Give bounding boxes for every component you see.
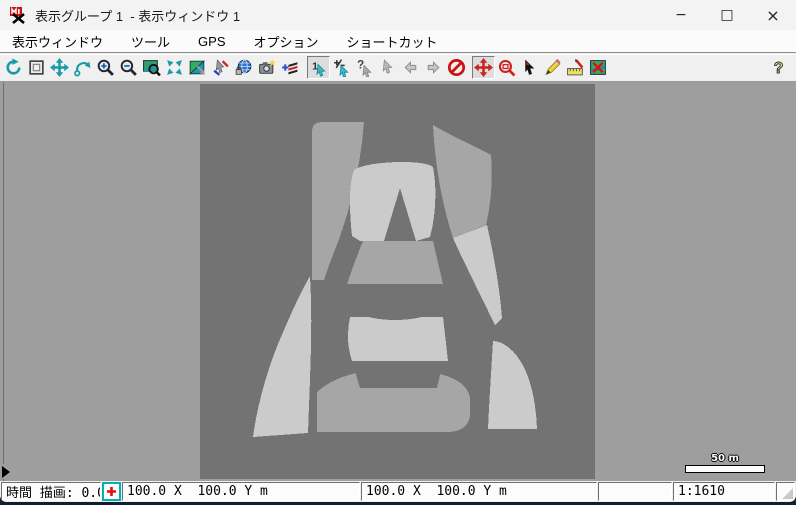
resize-grip[interactable] xyxy=(776,482,795,501)
previous-view-icon[interactable] xyxy=(71,56,94,79)
status-map-scale-field: 1:1610 xyxy=(673,482,775,501)
status-time-field: 時間 描画: 0.0 xyxy=(1,482,101,501)
menu-display-window[interactable]: 表示ウィンドウ xyxy=(2,30,113,53)
prev-element-icon[interactable] xyxy=(399,56,422,79)
title-bar: 表示グループ 1 - 表示ウィンドウ 1 − □ × xyxy=(0,0,796,30)
add-layer-icon[interactable] xyxy=(278,56,301,79)
map-canvas[interactable]: 50 m xyxy=(0,82,796,481)
expand-right-icon xyxy=(2,466,10,478)
raster-image[interactable] xyxy=(200,84,595,479)
crosshair-toggle-button[interactable] xyxy=(102,482,121,501)
minimize-button[interactable]: − xyxy=(658,0,704,30)
measure-tool-button[interactable] xyxy=(564,56,587,79)
whats-this-cursor-button[interactable]: ? xyxy=(353,56,376,79)
legend-panel-toggle-button[interactable] xyxy=(0,464,12,479)
geotoolbox-button[interactable] xyxy=(587,56,610,79)
window-title: 表示グループ 1 - 表示ウィンドウ 1 xyxy=(35,6,240,25)
legend-panel-divider xyxy=(3,82,4,481)
tool-1-cursor-button[interactable]: 1 xyxy=(307,56,330,79)
scale-bar-rule xyxy=(685,465,765,473)
zoom-extents-icon[interactable] xyxy=(163,56,186,79)
globe-lock-icon[interactable] xyxy=(232,56,255,79)
select-tool-button[interactable] xyxy=(518,56,541,79)
tools-palette-icon[interactable] xyxy=(209,56,232,79)
resize-grip-icon xyxy=(782,488,793,499)
scale-bar-label: 50 m xyxy=(685,453,765,464)
menu-gps[interactable]: GPS xyxy=(188,32,235,51)
pointer-cursor-button[interactable] xyxy=(376,56,399,79)
zoom-box-region-icon[interactable] xyxy=(25,56,48,79)
display-window: 表示グループ 1 - 表示ウィンドウ 1 − □ × 表示ウィンドウ ツール G… xyxy=(0,0,796,502)
app-logo-icon xyxy=(9,6,27,24)
view-layer-icon[interactable] xyxy=(186,56,209,79)
pan-tool-button[interactable] xyxy=(472,56,495,79)
plusminus-cursor-button[interactable] xyxy=(330,56,353,79)
toolbar: 1 ? ? xyxy=(0,54,796,82)
close-button[interactable]: × xyxy=(750,0,796,30)
redraw-icon[interactable] xyxy=(2,56,25,79)
next-element-icon[interactable] xyxy=(422,56,445,79)
menu-tools[interactable]: ツール xyxy=(121,30,180,53)
status-empty-field xyxy=(598,482,672,501)
svg-text:?: ? xyxy=(774,60,784,77)
crosshair-icon xyxy=(106,486,117,497)
sketch-tool-button[interactable] xyxy=(541,56,564,79)
zoom-rect-tool-button[interactable] xyxy=(495,56,518,79)
menu-shortcuts[interactable]: ショートカット xyxy=(337,30,448,53)
zoom-full-icon[interactable] xyxy=(140,56,163,79)
zoom-in-icon[interactable] xyxy=(94,56,117,79)
status-reference-position-field: 100.0 X 100.0 Y m xyxy=(361,482,597,501)
svg-text:?: ? xyxy=(357,59,364,72)
cancel-icon[interactable] xyxy=(445,56,468,79)
maximize-button[interactable]: □ xyxy=(704,0,750,30)
scale-bar: 50 m xyxy=(685,453,765,473)
menu-bar: 表示ウィンドウ ツール GPS オプション ショートカット xyxy=(0,30,796,53)
snapshot-icon[interactable] xyxy=(255,56,278,79)
status-cursor-position-field: 100.0 X 100.0 Y m xyxy=(122,482,360,501)
zoom-out-icon[interactable] xyxy=(117,56,140,79)
menu-options[interactable]: オプション xyxy=(244,30,329,53)
help-icon[interactable]: ? xyxy=(767,56,790,79)
status-bar: 時間 描画: 0.0 100.0 X 100.0 Y m 100.0 X 100… xyxy=(0,481,796,502)
pan-view-icon[interactable] xyxy=(48,56,71,79)
